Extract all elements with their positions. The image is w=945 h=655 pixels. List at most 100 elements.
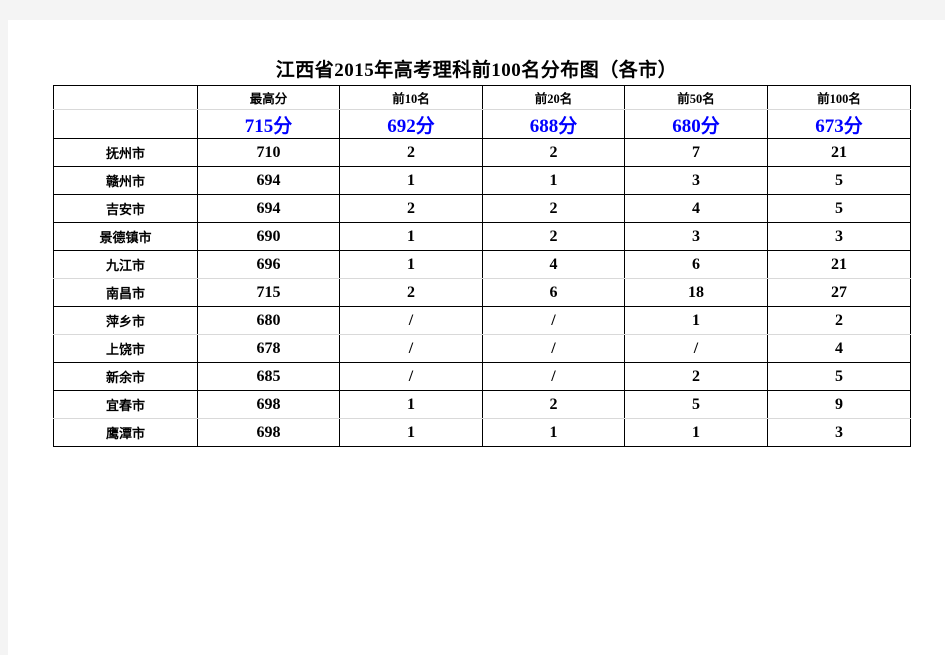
cell-top100: 4: [767, 334, 911, 363]
cell-top20: /: [482, 362, 625, 391]
cell-highest: 698: [197, 418, 340, 447]
cell-top100: 5: [767, 166, 911, 195]
cell-highest: 694: [197, 194, 340, 223]
cell-top100: 27: [767, 278, 911, 307]
table-row: 景德镇市 690 1 2 3 3: [53, 222, 911, 251]
cell-top20: 2: [482, 390, 625, 419]
table-header-row: 最高分 前10名 前20名 前50名 前100名: [53, 85, 911, 110]
cell-city: 新余市: [53, 362, 198, 391]
cell-top20: 1: [482, 418, 625, 447]
cell-top50: 18: [624, 278, 768, 307]
cell-top10: 2: [339, 278, 483, 307]
header-cell-top100: 前100名: [767, 85, 911, 110]
table-row: 鹰潭市 698 1 1 1 3: [53, 418, 911, 447]
cell-top10: 2: [339, 138, 483, 167]
cell-top100: 3: [767, 222, 911, 251]
distribution-table: 最高分 前10名 前20名 前50名 前100名 715分 692分 688分 …: [53, 85, 911, 447]
table-row: 新余市 685 / / 2 5: [53, 362, 911, 391]
cell-highest: 690: [197, 222, 340, 251]
cell-top20: 4: [482, 250, 625, 279]
cell-top50: 3: [624, 222, 768, 251]
cutoff-score-row: 715分 692分 688分 680分 673分: [53, 109, 911, 139]
cell-city: 九江市: [53, 250, 198, 279]
table-row: 吉安市 694 2 2 4 5: [53, 194, 911, 223]
cell-top20: /: [482, 334, 625, 363]
cell-top100: 9: [767, 390, 911, 419]
header-label-top50: 前50名: [677, 92, 715, 106]
page-title: 江西省2015年高考理科前100名分布图（各市）: [275, 60, 678, 81]
cell-top100: 2: [767, 306, 911, 335]
header-label-highest: 最高分: [249, 92, 288, 106]
cell-top20: 2: [482, 222, 625, 251]
cell-top100: 3: [767, 418, 911, 447]
cell-top50: 6: [624, 250, 768, 279]
table-row: 萍乡市 680 / / 1 2: [53, 306, 911, 335]
cell-top50: 1: [624, 418, 768, 447]
cell-top20: 2: [482, 138, 625, 167]
cell-top50: 2: [624, 362, 768, 391]
header-cell-highest: 最高分: [197, 85, 340, 110]
cell-city: 鹰潭市: [53, 418, 198, 447]
cell-city: 南昌市: [53, 278, 198, 307]
cell-highest: 680: [197, 306, 340, 335]
cell-highest: 698: [197, 390, 340, 419]
cell-city: 赣州市: [53, 166, 198, 195]
cell-top100: 5: [767, 362, 911, 391]
cell-city: 抚州市: [53, 138, 198, 167]
cell-highest: 710: [197, 138, 340, 167]
cell-highest: 715: [197, 278, 340, 307]
cutoff-cell-top20: 688分: [482, 109, 625, 139]
cutoff-cell-top10: 692分: [339, 109, 483, 139]
cell-city: 宜春市: [53, 390, 198, 419]
header-label-top10: 前10名: [392, 92, 430, 106]
table-row: 南昌市 715 2 6 18 27: [53, 278, 911, 307]
cutoff-cell-top100: 673分: [767, 109, 911, 139]
header-cell-top10: 前10名: [339, 85, 483, 110]
table-row: 抚州市 710 2 2 7 21: [53, 138, 911, 167]
cell-city: 萍乡市: [53, 306, 198, 335]
cell-top10: 1: [339, 250, 483, 279]
cell-top50: 3: [624, 166, 768, 195]
header-label-top100: 前100名: [817, 92, 861, 106]
cell-top10: 1: [339, 166, 483, 195]
cell-city: 上饶市: [53, 334, 198, 363]
document-page: 江西省2015年高考理科前100名分布图（各市） 最高分 前10名 前20名 前…: [8, 20, 945, 655]
cell-highest: 694: [197, 166, 340, 195]
cell-top100: 5: [767, 194, 911, 223]
cell-top10: 2: [339, 194, 483, 223]
cutoff-cell-highest: 715分: [197, 109, 340, 139]
cell-top100: 21: [767, 138, 911, 167]
cell-top50: 4: [624, 194, 768, 223]
cell-top50: /: [624, 334, 768, 363]
cell-top10: /: [339, 362, 483, 391]
cell-top10: 1: [339, 222, 483, 251]
cell-top10: 1: [339, 390, 483, 419]
header-cell-top20: 前20名: [482, 85, 625, 110]
cell-highest: 696: [197, 250, 340, 279]
table-row: 九江市 696 1 4 6 21: [53, 250, 911, 279]
cell-top50: 5: [624, 390, 768, 419]
cell-highest: 685: [197, 362, 340, 391]
cell-top50: 1: [624, 306, 768, 335]
cell-top10: /: [339, 334, 483, 363]
table-row: 上饶市 678 / / / 4: [53, 334, 911, 363]
header-label-top20: 前20名: [534, 92, 573, 106]
distribution-table-container: 最高分 前10名 前20名 前50名 前100名 715分 692分 688分 …: [53, 85, 911, 447]
table-row: 赣州市 694 1 1 3 5: [53, 166, 911, 195]
header-cell-city: [53, 85, 198, 110]
table-row: 宜春市 698 1 2 5 9: [53, 390, 911, 419]
cell-top20: 1: [482, 166, 625, 195]
cell-city: 吉安市: [53, 194, 198, 223]
cell-top100: 21: [767, 250, 911, 279]
cell-top20: /: [482, 306, 625, 335]
cell-highest: 678: [197, 334, 340, 363]
cell-top20: 6: [482, 278, 625, 307]
cell-top10: /: [339, 306, 483, 335]
cutoff-cell-top50: 680分: [624, 109, 768, 139]
cell-top20: 2: [482, 194, 625, 223]
cell-city: 景德镇市: [53, 222, 198, 251]
cutoff-cell-label: [53, 109, 198, 139]
header-cell-top50: 前50名: [624, 85, 768, 110]
cell-top10: 1: [339, 418, 483, 447]
cell-top50: 7: [624, 138, 768, 167]
